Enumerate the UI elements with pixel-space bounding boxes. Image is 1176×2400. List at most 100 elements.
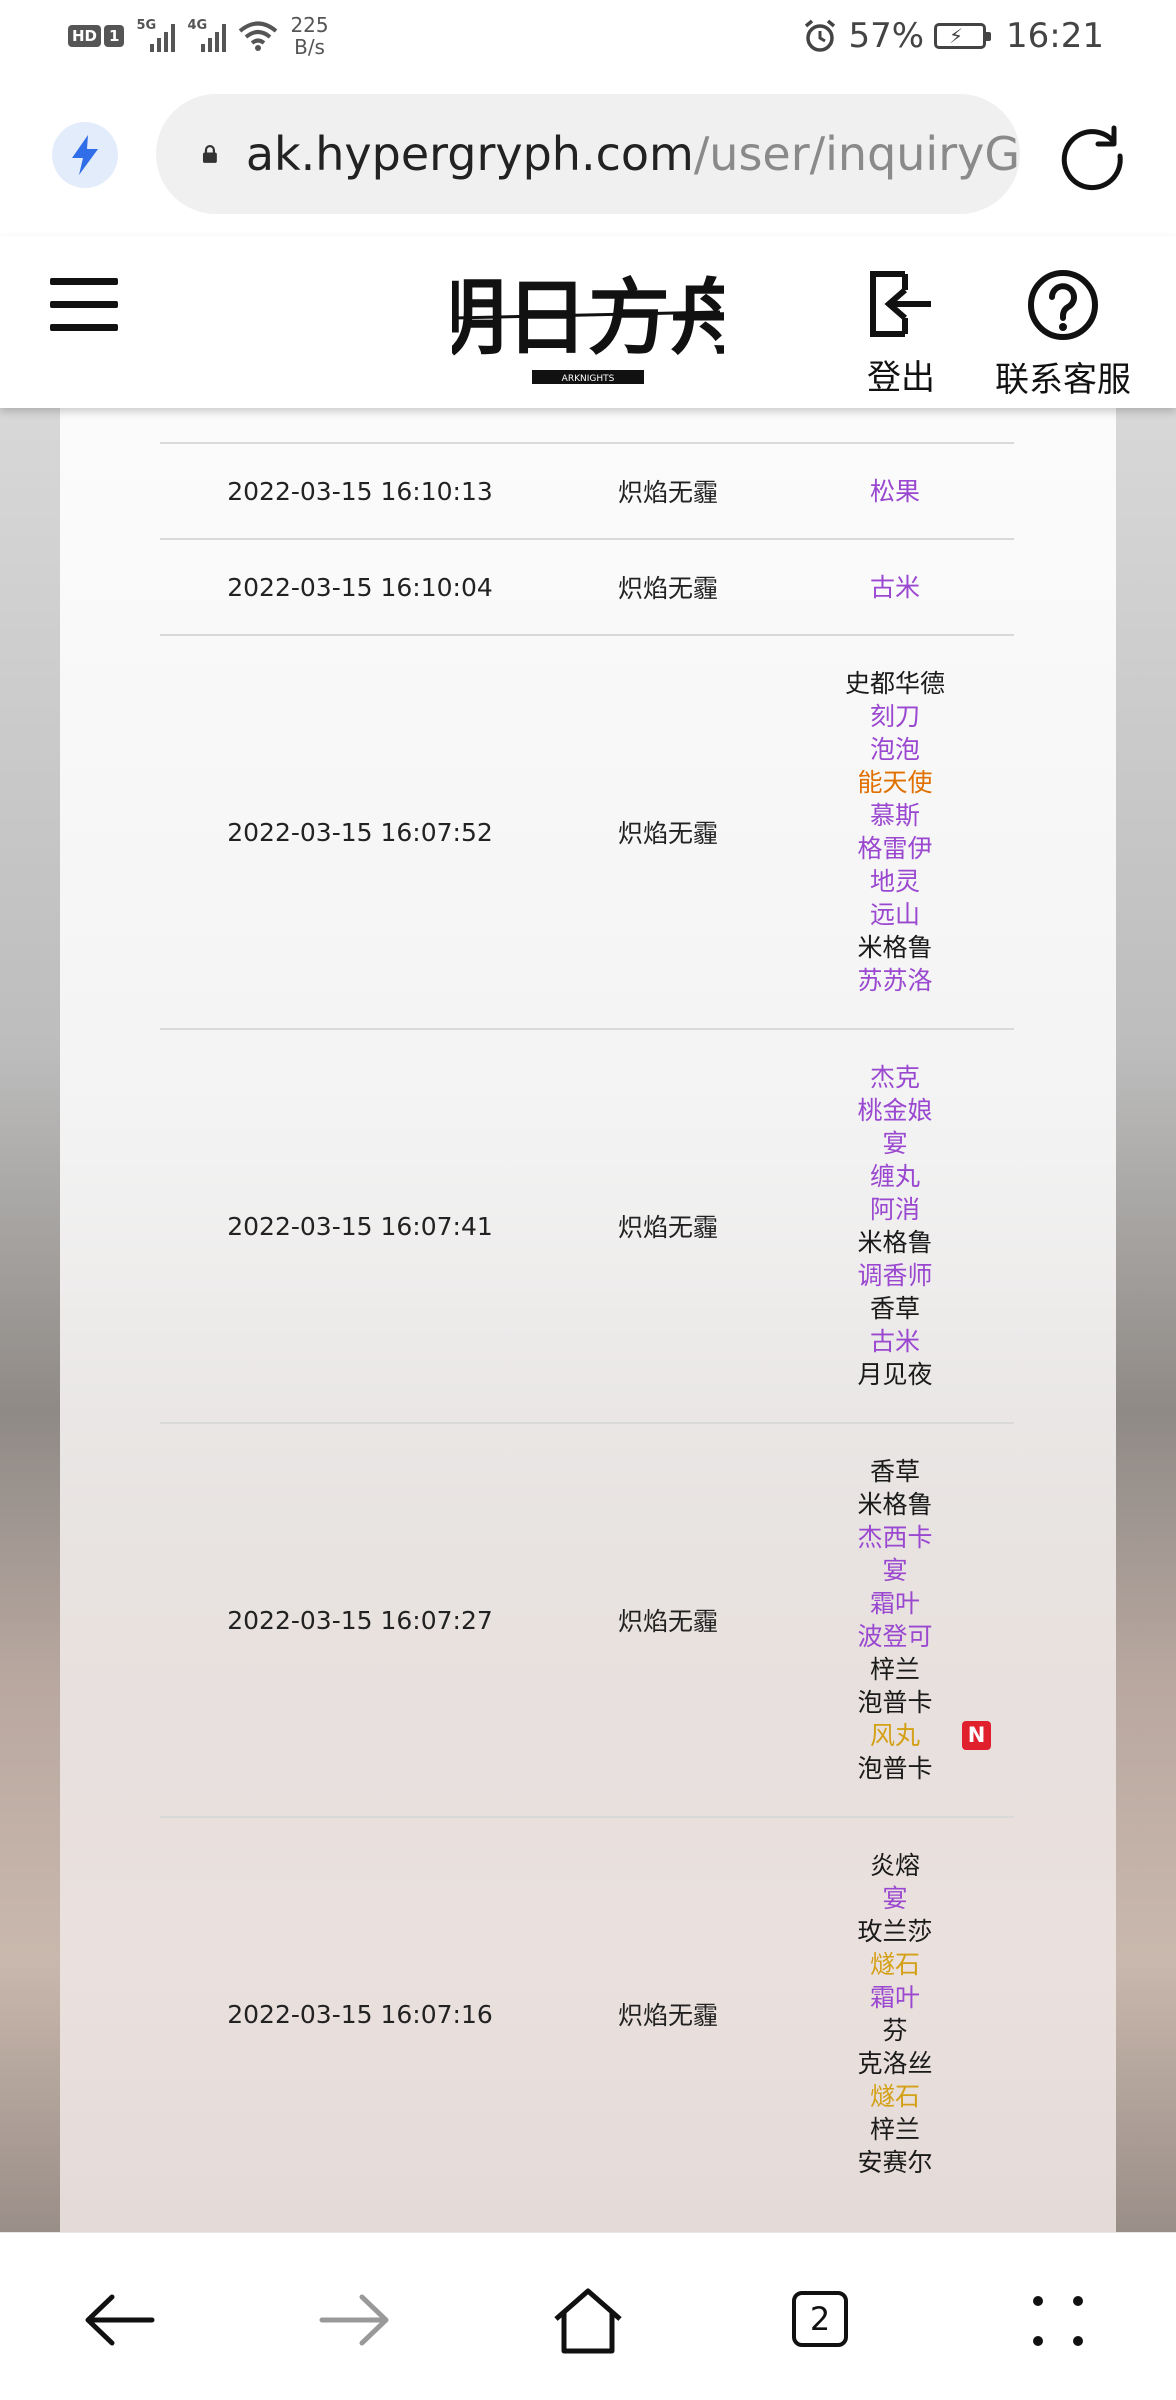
operator-name: 霜叶: [870, 1587, 920, 1620]
operator-name: 能天使: [857, 766, 932, 799]
operator-name: 宴: [882, 1127, 907, 1160]
logo-text: 明日方舟: [452, 270, 724, 366]
record-row: 2022-03-15 16:07:52 炽焰无霾 史都华德 刻刀 泡泡 能天使 慕斯 格雷伊地…: [160, 634, 1014, 1028]
operator-label: 桃金娘: [857, 1096, 933, 1125]
clock: 16:21: [1006, 16, 1104, 56]
operator-label: 香草: [869, 1294, 920, 1323]
operator-name: 香草: [870, 1455, 920, 1488]
record-time: 2022-03-15 16:07:52: [227, 817, 493, 847]
forward-icon[interactable]: [314, 2285, 394, 2355]
signal-5g-icon: 5G: [136, 18, 176, 52]
operator-name: 地灵: [870, 865, 920, 898]
signal-4g-icon: 4G: [187, 18, 227, 52]
operator-label: 慕斯: [869, 801, 920, 830]
logo-subtext: ARKNIGHTS: [562, 374, 615, 384]
tabs-button[interactable]: 2: [792, 2291, 848, 2347]
record-time: 2022-03-15 16:10:04: [227, 572, 493, 602]
browser-bottom-nav: 2: [0, 2232, 1176, 2400]
operator-name: 泡泡: [870, 733, 920, 766]
operator-label: 古米: [869, 572, 920, 602]
operator-name: 波登可: [857, 1620, 932, 1653]
logout-button[interactable]: 登出: [860, 268, 942, 399]
sim-label: 1: [104, 25, 125, 47]
operator-label: 克洛丝: [857, 2049, 933, 2078]
operator-label: 玫兰莎: [857, 1917, 933, 1946]
record-operators: 杰克桃金娘宴缠丸 阿消 米格鲁调香师香草古米月见夜: [776, 1061, 1014, 1391]
operator-label: 月见夜: [857, 1360, 933, 1389]
operator-label: 远山: [869, 900, 920, 929]
operator-label: 安赛尔: [857, 2148, 933, 2177]
screen: HD 1 5G 4G 225 B/s 57% ⚡ 16:21 ak.hyperg…: [0, 0, 1176, 2400]
home-icon[interactable]: [548, 2285, 628, 2355]
operator-label: 炎熔: [869, 1851, 920, 1880]
wifi-icon: [239, 21, 278, 51]
new-badge: N: [961, 1721, 991, 1750]
operator-label: 梓兰: [869, 1655, 920, 1684]
speed-value: 225: [290, 13, 329, 37]
lock-icon: [202, 144, 217, 163]
site-header: 明日方舟 ARKNIGHTS 登出 联系客服: [0, 236, 1176, 408]
support-button[interactable]: 联系客服: [988, 268, 1138, 401]
speed-mode-button[interactable]: [52, 122, 118, 188]
operator-label: 史都华德: [844, 669, 945, 698]
operator-name: 宴: [882, 1882, 907, 1915]
record-row: 2022-03-15 16:07:41 炽焰无霾 杰克桃金娘宴缠丸 阿消 米格鲁调香师香…: [160, 1028, 1014, 1422]
operator-label: 泡普卡: [857, 1688, 933, 1717]
operator-label: 缠丸: [869, 1162, 920, 1191]
operator-label: 杰克: [869, 1063, 920, 1092]
help-icon: [1028, 270, 1098, 340]
operator-name: 宴: [882, 1554, 907, 1587]
operator-name: 香草: [870, 1292, 920, 1325]
hd-indicator: HD 1: [68, 25, 125, 47]
operator-label: 苏苏洛: [857, 966, 933, 995]
operator-name: 阿消: [870, 1193, 920, 1226]
status-bar: HD 1 5G 4G 225 B/s 57% ⚡ 16:21: [0, 0, 1176, 76]
operator-label: 梓兰: [869, 2115, 920, 2144]
operator-name: 霜叶: [870, 1981, 920, 2014]
operator-label: 古米: [869, 1327, 920, 1356]
operator-name: 古米: [870, 571, 920, 604]
hd-label: HD: [68, 25, 102, 47]
operator-name: 格雷伊: [857, 832, 932, 865]
record-row: 2022-03-15 16:10:04 炽焰无霾 古米: [160, 538, 1014, 634]
record-operators: 松果: [776, 475, 1014, 508]
operator-name: 燧石: [870, 1948, 920, 1981]
operator-label: 调香师: [857, 1261, 933, 1290]
battery-icon: ⚡: [934, 23, 992, 49]
menu-button[interactable]: [50, 278, 118, 332]
operator-name: 燧石: [870, 2080, 920, 2113]
operator-name: 米格鲁: [857, 931, 932, 964]
gacha-records-table: 2022-03-15 16:10:13 炽焰无霾 松果 2022-03-15 16:1…: [160, 442, 1014, 2210]
operator-name: 梓兰: [870, 2113, 920, 2146]
operator-label: 能天使: [857, 768, 933, 797]
record-time: 2022-03-15 16:07:16: [227, 1999, 493, 2029]
net1-label: 5G: [136, 18, 157, 33]
back-icon[interactable]: [80, 2285, 160, 2355]
record-operators: 炎熔宴玫兰莎 燧石 霜叶芬克洛丝 燧石 梓兰 安赛尔: [776, 1849, 1014, 2179]
record-pool: 炽焰无霾: [617, 1213, 718, 1242]
record-pool: 炽焰无霾: [617, 574, 718, 603]
logout-label: 登出: [867, 358, 935, 398]
operator-name: 泡普卡: [857, 1686, 932, 1719]
operator-name: 调香师: [857, 1259, 932, 1292]
operator-label: 宴: [882, 1129, 908, 1158]
browser-toolbar: ak.hypergryph.com/user/inquiryG: [0, 76, 1176, 236]
reload-icon[interactable]: [1054, 118, 1130, 194]
url-text: ak.hypergryph.com/user/inquiryG: [246, 127, 1020, 181]
operator-name: 古米: [870, 1325, 920, 1358]
speed-unit: B/s: [294, 35, 325, 59]
record-pool: 炽焰无霾: [617, 819, 718, 848]
record-time: 2022-03-15 16:07:41: [227, 1211, 493, 1241]
operator-label: 宴: [882, 1556, 908, 1585]
more-icon[interactable]: [1030, 2293, 1086, 2349]
status-right: 57% ⚡ 16:21: [802, 16, 1104, 56]
operator-name: 杰克: [870, 1061, 920, 1094]
arknights-logo[interactable]: 明日方舟 ARKNIGHTS: [452, 258, 724, 390]
operator-name: 桃金娘: [857, 1094, 932, 1127]
status-left: HD 1 5G 4G 225 B/s: [68, 14, 329, 58]
operator-label: 风丸: [869, 1721, 920, 1750]
operator-label: 米格鲁: [857, 1228, 933, 1257]
address-bar[interactable]: ak.hypergryph.com/user/inquiryG: [156, 94, 1020, 214]
operator-label: 宴: [882, 1884, 908, 1913]
net-speed: 225 B/s: [290, 14, 328, 58]
